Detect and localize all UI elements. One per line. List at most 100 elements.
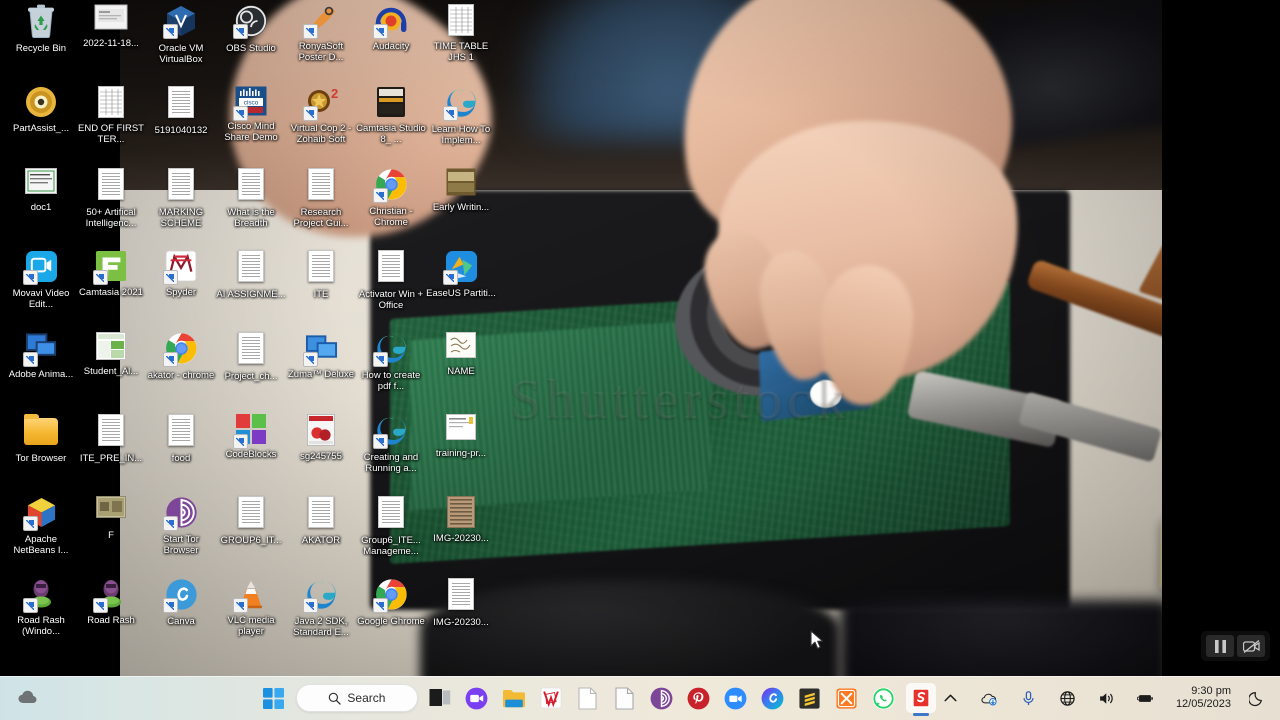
desktop-icon-road-rash[interactable]: Road Rash: [76, 578, 146, 626]
tray-network[interactable]: [1053, 683, 1083, 713]
snagit-icon: [911, 687, 931, 709]
desktop-icon-label: Student_Al...: [83, 366, 139, 377]
desktop-icon-learn-how-to-implem[interactable]: Learn How To Implem...: [426, 86, 496, 146]
desktop-icon-codeblocks[interactable]: CodeBlocks: [216, 414, 286, 460]
clock[interactable]: 9:30 pm 12/05/2023: [1170, 685, 1233, 711]
taskbar-app-pinterest[interactable]: [684, 683, 714, 713]
icon-glyph: [94, 250, 128, 284]
desktop-icon-2022-11-18[interactable]: 2022-11-18...: [76, 4, 146, 49]
taskbar-app-file-explorer[interactable]: [499, 683, 529, 713]
desktop-icon-obs-studio[interactable]: OBS Studio: [216, 4, 286, 54]
tray-microphone[interactable]: [1014, 683, 1044, 713]
taskbar-app-document[interactable]: [610, 683, 640, 713]
desktop-icon-audacity[interactable]: Audacity: [356, 4, 426, 52]
desktop-icon-road-rash-windo[interactable]: Road Rash (Windo...: [6, 578, 76, 637]
desktop-icon-start-tor-browser[interactable]: Start Tor Browser: [146, 496, 216, 556]
desktop-icon-group6-ite-manageme[interactable]: Group6_ITE... Manageme...: [356, 496, 426, 557]
desktop-icon-adobe-anima[interactable]: Adobe Anima...: [6, 332, 76, 380]
desktop-icon-camtasia-studio-8[interactable]: Camtasia Studio 8_ ...: [356, 86, 426, 145]
taskbar-app-kingsoft[interactable]: [536, 683, 566, 713]
desktop-icon-partassist[interactable]: PartAssist_...: [6, 86, 76, 134]
desktop-icon-google-ghrome[interactable]: Google Ghrome: [356, 578, 426, 627]
icon-glyph: [444, 4, 478, 38]
desktop-icon-oracle-vm-virtualbox[interactable]: Oracle VM VirtualBox: [146, 4, 216, 65]
desktop-icon-research-project-gui[interactable]: Research Project Gui...: [286, 168, 356, 229]
taskbar-app-notepad[interactable]: [573, 683, 603, 713]
desktop-icon-training-pr[interactable]: training-pr...: [426, 414, 496, 459]
desktop-icon-ite[interactable]: ITE: [286, 250, 356, 300]
notification-center-button[interactable]: [1242, 683, 1272, 713]
tray-onedrive[interactable]: [975, 683, 1005, 713]
desktop-icon-label: ITE: [313, 289, 329, 300]
desktop-icon-f[interactable]: F: [76, 496, 146, 541]
desktop-icon-ronyasoft-poster-d[interactable]: RonyaSoft Poster D...: [286, 4, 356, 63]
desktop-icon-canva[interactable]: Canva: [146, 578, 216, 627]
desktop-icon-end-of-first-ter[interactable]: END OF FIRST TER...: [76, 86, 146, 145]
desktop-icon-vlc-media-player[interactable]: VLC media player: [216, 578, 286, 637]
taskbar-center-zone: Search: [259, 683, 936, 713]
desktop-icon-marking-scheme[interactable]: MARKING SCHEME: [146, 168, 216, 229]
desktop-icon-spyder[interactable]: Spyder: [146, 250, 216, 298]
desktop-icon-project-ch[interactable]: Project_ch...: [216, 332, 286, 382]
desktop-icon-christian-chrome[interactable]: Christian - Chrome: [356, 168, 426, 228]
desktop-icon-label: Creating and Running a...: [363, 452, 419, 474]
desktop-icon-virtual-cop-2-zohaib-soft[interactable]: 2 Virtual Cop 2 - Zohaib Soft: [286, 86, 356, 145]
desktop-icon-group6-it[interactable]: GROUP6_IT...: [216, 496, 286, 546]
desktop-icon-sg245755[interactable]: sg245755: [286, 414, 356, 462]
desktop-icon-what-is-the-breadth[interactable]: What is the Breadth: [216, 168, 286, 229]
toggle-camera-button[interactable]: [1237, 635, 1265, 657]
taskbar-app-snagit[interactable]: [905, 683, 936, 713]
desktop-icon-time-table-jhs-1[interactable]: TIME TABLE JHS 1: [426, 4, 496, 63]
task-view-button[interactable]: [425, 683, 455, 713]
desktop-icon-activator-win-office[interactable]: Activator Win + Office: [356, 250, 426, 311]
recording-overlay[interactable]: [1201, 631, 1270, 661]
desktop-icon-movavi-video-edit[interactable]: Movavi Video Edit...: [6, 250, 76, 310]
desktop-icon-zuma-deluxe[interactable]: Zuma™ Deluxe: [286, 332, 356, 380]
desktop-icon-ite-pre-in[interactable]: ITE_PRE_IN...: [76, 414, 146, 464]
desktop-icon-label: CodeBlocks: [225, 449, 277, 460]
zuma-icon: [304, 332, 338, 366]
desktop-icon-img-20230[interactable]: IMG-20230...: [426, 578, 496, 628]
file-explorer-icon: [502, 689, 525, 707]
taskbar-app-xampp[interactable]: [832, 683, 862, 713]
icon-glyph: [24, 86, 58, 120]
taskbar-app-sublime[interactable]: [795, 683, 825, 713]
taskbar-app-tor[interactable]: [647, 683, 677, 713]
document-icon: [378, 250, 404, 282]
desktop-icon-cisco-mind-share-demo[interactable]: cisco Cisco Mind Share Demo: [216, 86, 286, 143]
taskbar-app-whatsapp-meet[interactable]: [462, 683, 492, 713]
pause-recording-button[interactable]: [1206, 635, 1234, 657]
desktop-icon-akator-chrome[interactable]: akator - chrome: [146, 332, 216, 381]
desktop-icon-java-2-sdk-standard-e[interactable]: Java 2 SDK, Standard E...: [286, 578, 356, 638]
tray-volume[interactable]: [1092, 683, 1122, 713]
desktop-icon-how-to-create-pdf-f[interactable]: How to create pdf f...: [356, 332, 426, 392]
desktop-icon-student-al[interactable]: Student_Al...: [76, 332, 146, 377]
desktop-icon-food[interactable]: food: [146, 414, 216, 464]
desktop-icon-50-artifical-intelligenc[interactable]: 50+ Artifical Intelligenc...: [76, 168, 146, 229]
search-input[interactable]: Search: [295, 684, 418, 712]
icon-glyph: [24, 332, 58, 366]
desktop-icon-img-20230[interactable]: IMG-20230...: [426, 496, 496, 544]
desktop-icon-akator[interactable]: AKATOR: [286, 496, 356, 546]
desktop-icon-name[interactable]: NAME: [426, 332, 496, 377]
desktop-icon-early-writin[interactable]: Early Writin...: [426, 168, 496, 213]
taskbar-app-canva[interactable]: [758, 683, 788, 713]
desktop-icon-label: Recycle Bin: [15, 43, 67, 54]
taskbar-app-zoom[interactable]: [721, 683, 751, 713]
taskbar-app-whatsapp[interactable]: [869, 683, 899, 713]
desktop-icon-ai-assignme[interactable]: AI ASSIGNME...: [216, 250, 286, 300]
desktop-icon-easeus-partiti[interactable]: EaseUS Partiti...: [426, 250, 496, 299]
desktop-icon-creating-and-running-a[interactable]: Creating and Running a...: [356, 414, 426, 474]
desktop-icon-tor-browser[interactable]: Tor Browser: [6, 414, 76, 464]
edge-icon: [304, 578, 338, 612]
desktop-icon-camtasia-2021[interactable]: Camtasia 2021: [76, 250, 146, 298]
tray-battery[interactable]: [1131, 683, 1161, 713]
desktop-icon-recycle-bin[interactable]: Recycle Bin: [6, 4, 76, 54]
document-icon: [94, 86, 128, 120]
start-button[interactable]: [259, 683, 289, 713]
desktop-icon-5191040132[interactable]: 5191040132: [146, 86, 216, 136]
weather-widget[interactable]: [14, 683, 44, 713]
tray-overflow-button[interactable]: [936, 683, 966, 713]
desktop-icon-apache-netbeans-i[interactable]: Apache NetBeans I...: [6, 496, 76, 556]
desktop-icon-doc1[interactable]: doc1: [6, 168, 76, 213]
